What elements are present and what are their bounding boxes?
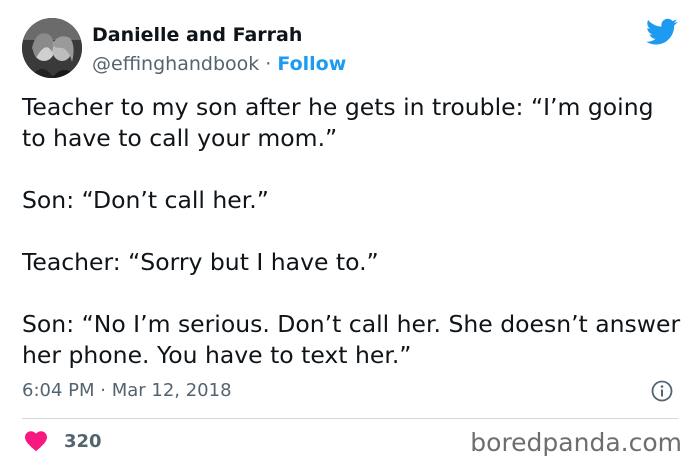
tweet-paragraph: Teacher: “Sorry but I have to.” xyxy=(22,248,379,276)
tweet-paragraph: Son: “Don’t call her.” xyxy=(22,186,269,214)
divider xyxy=(22,418,678,419)
heart-icon xyxy=(25,431,47,452)
author-handle[interactable]: @effinghandbook xyxy=(92,53,259,75)
avatar-photo xyxy=(22,18,82,78)
watermark: boredpanda.com xyxy=(470,428,682,457)
follow-button[interactable]: Follow xyxy=(277,53,346,75)
likes-count: 320 xyxy=(64,430,102,452)
author-display-name[interactable]: Danielle and Farrah xyxy=(92,22,346,48)
info-icon[interactable] xyxy=(650,379,674,403)
author-block: Danielle and Farrah @effinghandbook · Fo… xyxy=(92,22,346,78)
tweet-card: Danielle and Farrah @effinghandbook · Fo… xyxy=(0,0,700,471)
tweet-paragraph: Son: “No I’m serious. Don’t call her. Sh… xyxy=(22,310,681,369)
author-handle-row: @effinghandbook · Follow xyxy=(92,50,346,78)
tweet-date: Mar 12, 2018 xyxy=(111,380,232,401)
tweet-timestamp[interactable]: 6:04 PM · Mar 12, 2018 xyxy=(22,378,232,404)
timestamp-separator: · xyxy=(94,380,112,401)
tweet-text: Teacher to my son after he gets in troub… xyxy=(22,92,682,371)
tweet-paragraph: Teacher to my son after he gets in troub… xyxy=(22,93,654,152)
twitter-bird-icon[interactable] xyxy=(646,18,678,46)
handle-separator: · xyxy=(259,53,278,75)
like-button[interactable]: 320 xyxy=(24,430,102,452)
avatar[interactable] xyxy=(22,18,82,78)
tweet-time: 6:04 PM xyxy=(22,380,95,401)
